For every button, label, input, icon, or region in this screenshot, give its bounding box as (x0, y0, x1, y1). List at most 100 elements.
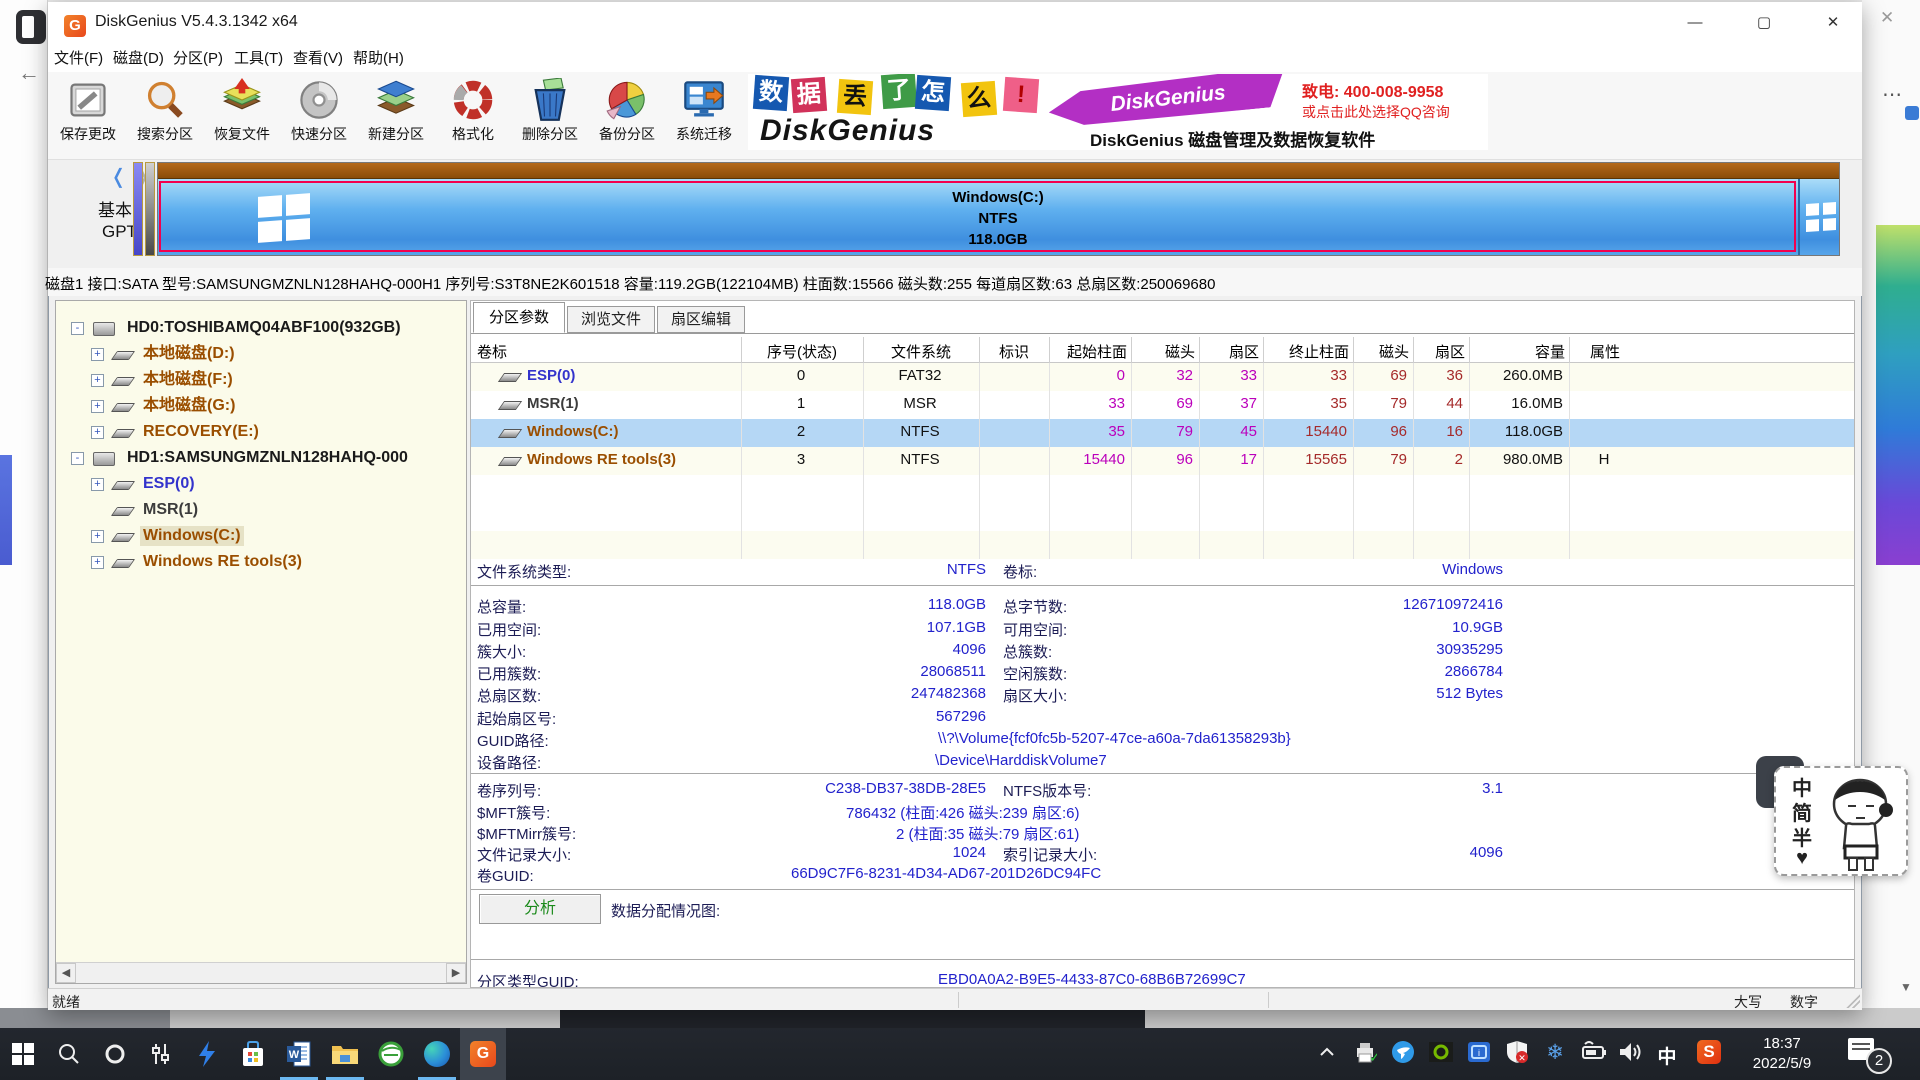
menu-item-1[interactable]: 磁盘(D) (107, 48, 170, 70)
tree-item-esp-0-[interactable]: +ESP(0) (56, 471, 466, 497)
tree-item-msr-1-[interactable]: MSR(1) (56, 497, 466, 523)
diskgenius-taskbar-button[interactable]: G (460, 1028, 506, 1080)
tray-ime-indicator[interactable]: 中 (1652, 1042, 1682, 1070)
analyze-button[interactable]: 分析 (479, 894, 601, 924)
cell-divider (1199, 391, 1200, 419)
new-partition-button[interactable]: 新建分区 (358, 76, 434, 156)
tray-printer-icon[interactable]: ✓ (1350, 1040, 1380, 1068)
tray-expand-icon[interactable] (1312, 1040, 1342, 1068)
flash-app-button[interactable] (184, 1028, 230, 1080)
scroll-left-icon[interactable]: ◀ (56, 963, 76, 983)
ie-browser-button[interactable] (368, 1028, 414, 1080)
banner-qq-link[interactable]: 或点击此处选择QQ咨询 (1302, 102, 1450, 122)
tree-item--d-[interactable]: +本地磁盘(D:) (56, 341, 466, 367)
column-header-4[interactable]: 起始柱面 (1053, 341, 1127, 362)
table-row[interactable]: Windows(C:)2NTFS357945154409616118.0GB (471, 419, 1855, 447)
column-header-2[interactable]: 文件系统 (867, 341, 975, 362)
ime-assistant-widget[interactable]: 中简半♥ (1774, 766, 1908, 876)
expand-icon[interactable]: + (91, 400, 104, 413)
column-header-1[interactable]: 序号(状态) (745, 341, 859, 362)
maximize-button[interactable]: ▢ (1741, 8, 1787, 38)
task-view-button[interactable] (138, 1028, 184, 1080)
esp-partition-bar[interactable] (133, 162, 143, 256)
collapse-icon[interactable]: - (71, 452, 84, 465)
tree-item-hd0-toshibamq04abf100-932gb-[interactable]: -HD0:TOSHIBAMQ04ABF100(932GB) (56, 315, 466, 341)
menu-item-0[interactable]: 文件(F) (48, 48, 109, 70)
tray-security-shield-icon[interactable]: ✕ (1502, 1040, 1532, 1068)
tab-browse-files[interactable]: 浏览文件 (567, 306, 655, 333)
column-header-3[interactable]: 标识 (983, 341, 1045, 362)
system-migrate-button[interactable]: 系统迁移 (666, 76, 742, 156)
tree-item-recovery-e-[interactable]: +RECOVERY(E:) (56, 419, 466, 445)
column-header-11[interactable]: 属性 (1573, 341, 1637, 362)
tray-volume-icon[interactable] (1616, 1040, 1646, 1068)
collapse-icon[interactable]: - (71, 322, 84, 335)
menu-item-5[interactable]: 帮助(H) (347, 48, 410, 70)
tab-partition-params[interactable]: 分区参数 (473, 302, 565, 333)
cell: FAT32 (867, 367, 973, 384)
table-row[interactable]: Windows RE tools(3)3NTFS1544096171556579… (471, 447, 1855, 475)
tray-nvidia-icon[interactable] (1426, 1040, 1456, 1068)
tray-power-icon[interactable] (1578, 1040, 1608, 1068)
word-button[interactable]: W (276, 1028, 322, 1080)
tree-item-hd1-samsungmznln128hahq-000[interactable]: -HD1:SAMSUNGMZNLN128HAHQ-000 (56, 445, 466, 471)
minimize-button[interactable]: — (1672, 8, 1718, 38)
more-options-icon[interactable]: ⋯ (1882, 82, 1903, 107)
taskbar-clock[interactable]: 18:37 2022/5/9 (1738, 1034, 1826, 1074)
column-header-0[interactable]: 卷标 (477, 341, 737, 362)
menu-item-4[interactable]: 查看(V) (287, 48, 349, 70)
backup-partition-button[interactable]: 备份分区 (589, 76, 665, 156)
tree-item-windows-re-tools-3-[interactable]: +Windows RE tools(3) (56, 549, 466, 575)
msr-partition-bar[interactable] (145, 162, 155, 256)
quick-partition-button[interactable]: 快速分区 (281, 76, 357, 156)
scroll-down-icon[interactable]: ▼ (1900, 980, 1912, 994)
expand-icon[interactable]: + (91, 530, 104, 543)
tree-hscrollbar[interactable]: ◀ ▶ (56, 962, 466, 983)
column-header-8[interactable]: 磁头 (1357, 341, 1409, 362)
cell: 2 (745, 423, 857, 440)
tree-item-windows-c-[interactable]: +Windows(C:) (56, 523, 466, 549)
notification-badge[interactable]: 2 (1866, 1048, 1892, 1074)
table-row[interactable]: ESP(0)0FAT3203233336936260.0MB (471, 363, 1855, 391)
close-button[interactable]: ✕ (1810, 8, 1856, 38)
recover-files-button[interactable]: 恢复文件 (204, 76, 280, 156)
column-header-6[interactable]: 扇区 (1203, 341, 1259, 362)
cell-divider (1569, 531, 1570, 559)
search-partition-button[interactable]: 搜索分区 (127, 76, 203, 156)
ms-store-button[interactable] (230, 1028, 276, 1080)
save-changes-button[interactable]: 保存更改 (50, 76, 126, 156)
back-arrow-icon[interactable]: ← (18, 60, 40, 86)
expand-icon[interactable]: + (91, 426, 104, 439)
expand-icon[interactable]: + (91, 478, 104, 491)
column-header-5[interactable]: 磁头 (1135, 341, 1195, 362)
tree-item--g-[interactable]: +本地磁盘(G:) (56, 393, 466, 419)
taskbar-search-button[interactable] (46, 1028, 92, 1080)
expand-icon[interactable]: + (91, 556, 104, 569)
scroll-right-icon[interactable]: ▶ (446, 963, 466, 983)
tray-intel-icon[interactable]: i (1464, 1040, 1494, 1068)
file-explorer-button[interactable] (322, 1028, 368, 1080)
tab-sector-edit[interactable]: 扇区编辑 (657, 306, 745, 333)
expand-icon[interactable]: + (91, 374, 104, 387)
format-button[interactable]: 格式化 (435, 76, 511, 156)
column-header-7[interactable]: 终止柱面 (1267, 341, 1349, 362)
start-button[interactable] (0, 1028, 46, 1080)
tray-dingtalk-icon[interactable] (1388, 1040, 1418, 1068)
column-header-9[interactable]: 扇区 (1417, 341, 1465, 362)
menu-item-3[interactable]: 工具(T) (228, 48, 289, 70)
resize-grip[interactable] (1846, 994, 1860, 1008)
delete-partition-button[interactable]: 删除分区 (512, 76, 588, 156)
column-header-10[interactable]: 容量 (1473, 341, 1565, 362)
expand-icon[interactable]: + (91, 348, 104, 361)
tree-item--f-[interactable]: +本地磁盘(F:) (56, 367, 466, 393)
disk-bar[interactable]: Windows(C:) NTFS 118.0GB (157, 162, 1840, 256)
prev-disk-icon[interactable]: ❬ (110, 164, 127, 189)
edge-button[interactable] (414, 1028, 460, 1080)
tray-snowflake-icon[interactable]: ❄ (1540, 1040, 1570, 1068)
ad-banner[interactable]: DiskGenius DiskGenius 致电: 400-008-9958 或… (748, 74, 1488, 150)
tray-sogou-icon[interactable]: S (1694, 1040, 1724, 1068)
menu-item-2[interactable]: 分区(P) (167, 48, 229, 70)
table-row[interactable]: MSR(1)1MSR33693735794416.0MB (471, 391, 1855, 419)
cortana-button[interactable] (92, 1028, 138, 1080)
background-close-icon[interactable]: ✕ (1880, 8, 1894, 28)
